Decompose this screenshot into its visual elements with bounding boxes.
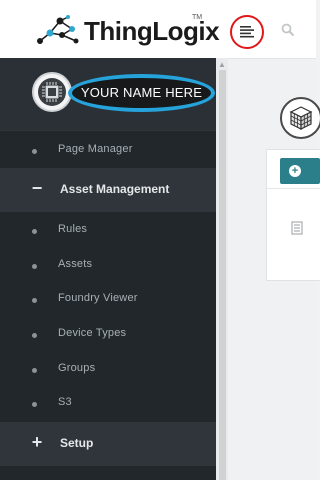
bullet-icon xyxy=(32,264,37,269)
sidebar-section-label: Setup xyxy=(60,436,94,450)
sidebar-item-page-manager[interactable]: Page Manager xyxy=(0,134,216,168)
user-profile: YOUR NAME HERE xyxy=(0,58,216,130)
chip-avatar-icon xyxy=(38,78,66,106)
top-header: ThingLogix TM xyxy=(0,0,316,59)
bullet-icon xyxy=(32,402,37,407)
sidebar-item-rules[interactable]: Rules xyxy=(0,214,216,248)
sidebar-item-assets[interactable]: Assets xyxy=(0,249,216,283)
username-label: YOUR NAME HERE xyxy=(80,85,203,100)
add-button[interactable]: + xyxy=(280,158,320,184)
sidebar-item-label: Assets xyxy=(58,258,93,270)
main-content: + xyxy=(228,59,320,480)
sidebar-item-device-types[interactable]: Device Types xyxy=(0,318,216,352)
avatar[interactable] xyxy=(32,72,72,112)
document-icon[interactable] xyxy=(291,221,303,235)
expand-icon: + xyxy=(31,432,43,452)
divider xyxy=(266,188,320,189)
thinglogix-logo[interactable]: ThingLogix TM xyxy=(36,14,220,46)
bullet-icon xyxy=(32,368,37,373)
sidebar-item-groups[interactable]: Groups xyxy=(0,353,216,387)
sidebar-item-s3[interactable]: S3 xyxy=(0,387,216,421)
logo-trademark: TM xyxy=(192,14,203,21)
username-highlight[interactable]: YOUR NAME HERE xyxy=(68,74,215,112)
sidebar-section-label: Asset Management xyxy=(60,182,170,196)
scrollbar-thumb[interactable] xyxy=(219,70,226,480)
sidebar: YOUR NAME HERE Page Manager − Asset Mana… xyxy=(0,58,216,480)
scroll-up-arrow-icon[interactable]: ▲ xyxy=(218,60,226,69)
sidebar-section-asset-management[interactable]: − Asset Management xyxy=(0,168,216,212)
asset-cube-icon xyxy=(280,97,320,139)
search-button[interactable] xyxy=(281,23,295,37)
bullet-icon xyxy=(32,298,37,303)
sidebar-item-label: S3 xyxy=(58,396,72,408)
hamburger-icon xyxy=(240,26,254,38)
divider xyxy=(0,130,216,131)
plus-icon: + xyxy=(289,165,301,177)
bullet-icon xyxy=(32,333,37,338)
sidebar-item-label: Rules xyxy=(58,223,88,235)
sidebar-item-label: Groups xyxy=(58,362,96,374)
sidebar-item-label: Device Types xyxy=(58,327,127,339)
sidebar-item-label: Foundry Viewer xyxy=(58,292,138,304)
search-icon xyxy=(281,23,295,37)
molecule-logo-icon xyxy=(37,15,79,44)
sidebar-item-foundry-viewer[interactable]: Foundry Viewer xyxy=(0,283,216,317)
bullet-icon xyxy=(32,229,37,234)
sidebar-section-setup[interactable]: + Setup xyxy=(0,422,216,466)
bullet-icon xyxy=(32,149,37,154)
collapse-icon: − xyxy=(31,178,43,198)
sidebar-toggle-button[interactable] xyxy=(230,15,264,49)
sidebar-item-label: Page Manager xyxy=(58,143,133,155)
